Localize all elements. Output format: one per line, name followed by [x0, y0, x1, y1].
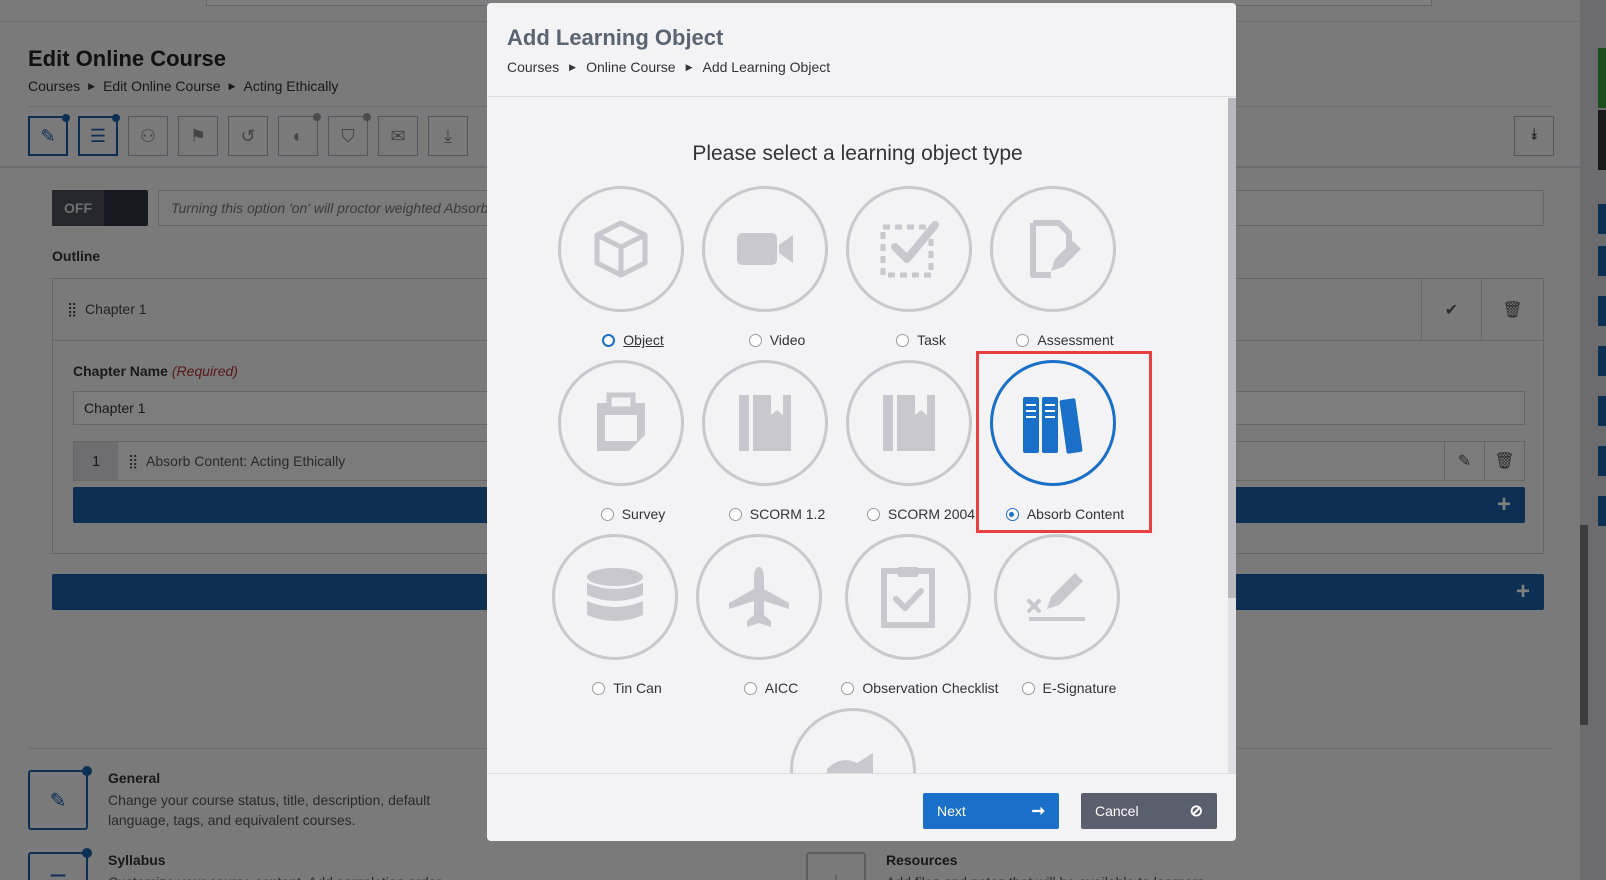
- lo-option-label: Assessment: [975, 332, 1155, 348]
- radio-task[interactable]: [896, 334, 910, 347]
- selection-highlight: [976, 351, 1152, 533]
- breadcrumb-separator-icon: ▶: [685, 61, 693, 72]
- signature-icon: [994, 534, 1120, 660]
- lo-option-partial[interactable]: [775, 708, 955, 773]
- lo-option-label: E-Signature: [979, 680, 1159, 696]
- radio-object[interactable]: [602, 334, 616, 347]
- cancel-button-label: Cancel: [1095, 803, 1139, 819]
- book-bookmark-icon: [846, 360, 972, 486]
- clipboard-icon: [558, 360, 684, 486]
- dialog-scrollbar-thumb[interactable]: [1228, 98, 1236, 598]
- radio-aicc[interactable]: [743, 682, 757, 695]
- breadcrumb-add-learning-object: Add Learning Object: [702, 59, 831, 75]
- video-camera-icon: [702, 186, 828, 312]
- add-learning-object-dialog: Add Learning Object Courses ▶ Online Cou…: [487, 3, 1236, 841]
- breadcrumb-online-course[interactable]: Online Course: [586, 59, 676, 75]
- next-button-label: Next: [937, 803, 966, 819]
- assessment-edit-icon: [990, 186, 1116, 312]
- radio-survey[interactable]: [600, 508, 614, 521]
- ban-icon: ⊘: [1189, 803, 1203, 820]
- cube-icon: [558, 186, 684, 312]
- radio-video[interactable]: [748, 334, 762, 347]
- task-check-icon: [846, 186, 972, 312]
- dialog-body: Please select a learning object type Obj…: [487, 98, 1228, 773]
- checklist-icon: [845, 534, 971, 660]
- dialog-footer: Next ➞ Cancel ⊘: [487, 773, 1236, 841]
- next-button[interactable]: Next ➞: [923, 793, 1059, 829]
- radio-assessment[interactable]: [1016, 334, 1030, 347]
- database-icon: [552, 534, 678, 660]
- arrow-right-icon: ➞: [1031, 803, 1045, 820]
- dialog-breadcrumb: Courses ▶ Online Course ▶ Add Learning O…: [507, 59, 830, 75]
- airplane-icon: [696, 534, 822, 660]
- radio-tin-can[interactable]: [592, 682, 606, 695]
- radio-e-signature[interactable]: [1021, 682, 1035, 695]
- book-bookmark-icon: [702, 360, 828, 486]
- breadcrumb-courses[interactable]: Courses: [507, 59, 559, 75]
- select-type-prompt: Please select a learning object type: [692, 142, 1023, 165]
- breadcrumb-separator-icon: ▶: [569, 61, 577, 72]
- radio-observation-checklist[interactable]: [841, 682, 855, 695]
- dialog-title: Add Learning Object: [507, 25, 724, 50]
- radio-scorm2004[interactable]: [866, 508, 880, 521]
- radio-scorm12[interactable]: [728, 508, 742, 521]
- lo-option-assessment[interactable]: Assessment: [975, 186, 1155, 356]
- partial-option-icon: [790, 708, 916, 773]
- cancel-button[interactable]: Cancel ⊘: [1081, 793, 1217, 829]
- dialog-header: Add Learning Object Courses ▶ Online Cou…: [487, 3, 1236, 97]
- lo-option-e-signature[interactable]: E-Signature: [979, 534, 1159, 704]
